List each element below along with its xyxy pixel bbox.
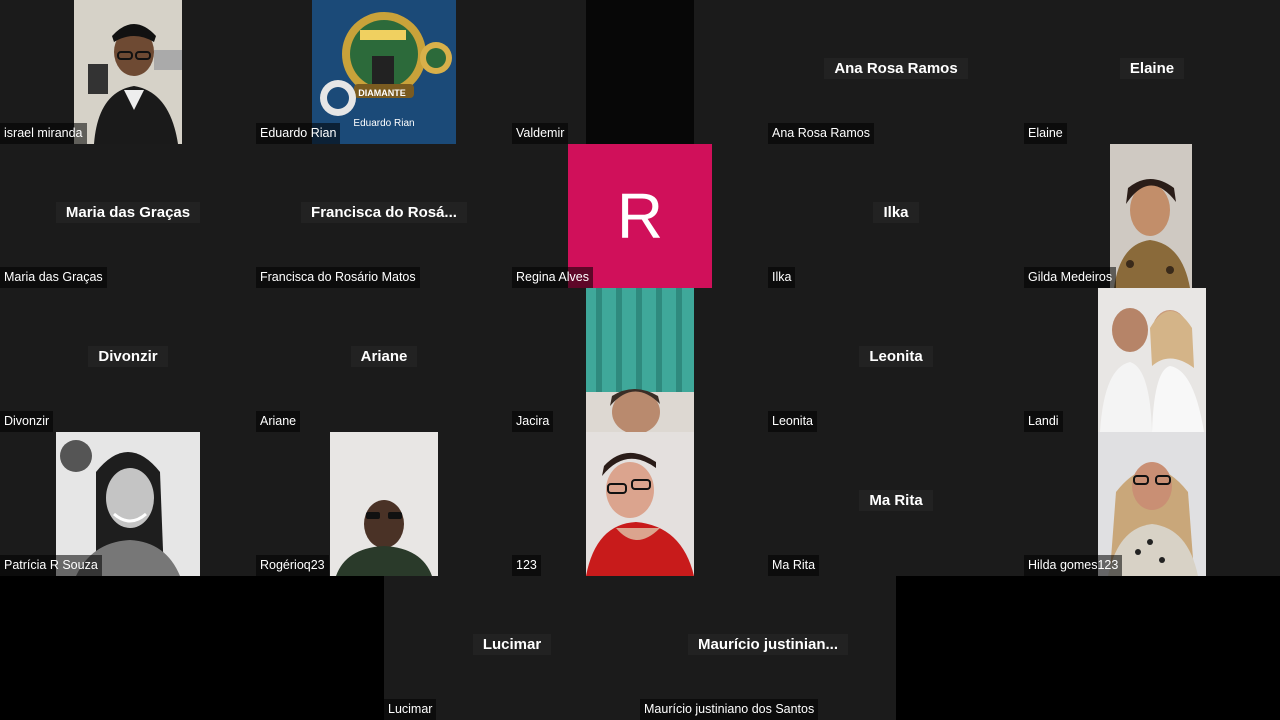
participant-video xyxy=(330,432,438,576)
participant-tile[interactable]: Ilka Ilka xyxy=(768,144,1024,288)
badge-text: DIAMANTE xyxy=(358,88,406,98)
participant-display-name: Lucimar xyxy=(384,634,640,655)
avatar-letter: R xyxy=(616,180,664,252)
participant-name-label: Maria das Graças xyxy=(0,267,107,288)
participant-tile[interactable]: 123 xyxy=(512,432,768,576)
participant-name-label: Lucimar xyxy=(384,699,437,720)
participant-tile[interactable]: Ma Rita Ma Rita xyxy=(768,432,1024,576)
participant-grid-bottom-row: Lucimar Lucimar Maurício justinian... Ma… xyxy=(384,576,896,720)
participant-name-label: Leonita xyxy=(768,411,818,432)
participant-tile[interactable]: Lucimar Lucimar xyxy=(384,576,640,720)
participant-display-name: Maria das Graças xyxy=(0,202,256,223)
participant-display-name: Divonzir xyxy=(0,346,256,367)
participant-display-name: Francisca do Rosá... xyxy=(256,202,512,223)
participant-name-label: Valdemir xyxy=(512,123,569,144)
participant-display-name: Leonita xyxy=(768,346,1024,367)
participant-tile[interactable]: Divonzir Divonzir xyxy=(0,288,256,432)
participant-display-name: Ana Rosa Ramos xyxy=(768,58,1024,79)
participant-display-name: Ilka xyxy=(768,202,1024,223)
participant-tile[interactable]: Valdemir xyxy=(512,0,768,144)
participant-name-label: Eduardo Rian xyxy=(256,123,341,144)
participant-name-label: Hilda gomes123 xyxy=(1024,555,1123,576)
participant-tile[interactable]: Ariane Ariane xyxy=(256,288,512,432)
participant-tile[interactable]: Ana Rosa Ramos Ana Rosa Ramos xyxy=(768,0,1024,144)
participant-tile[interactable]: DIAMANTE Eduardo Rian Eduardo Rian xyxy=(256,0,512,144)
participant-name-label: Maurício justiniano dos Santos xyxy=(640,699,819,720)
participant-name-label: Gilda Medeiros xyxy=(1024,267,1117,288)
participant-display-name: Maurício justinian... xyxy=(640,634,896,655)
participant-tile[interactable]: Maria das Graças Maria das Graças xyxy=(0,144,256,288)
participant-display-name: Elaine xyxy=(1024,58,1280,79)
participant-tile[interactable]: Hilda gomes123 xyxy=(1024,432,1280,576)
participant-tile[interactable]: Francisca do Rosá... Francisca do Rosári… xyxy=(256,144,512,288)
participant-name-label: 123 xyxy=(512,555,541,576)
participant-grid: israel miranda DIAMANTE Eduardo Rian Edu… xyxy=(0,0,1280,576)
participant-tile[interactable]: Patrícia R Souza xyxy=(0,432,256,576)
participant-name-label: Patrícia R Souza xyxy=(0,555,102,576)
participant-name-label: Divonzir xyxy=(0,411,54,432)
participant-video xyxy=(586,0,694,144)
participant-video xyxy=(1110,144,1192,288)
participant-display-name: Ariane xyxy=(256,346,512,367)
participant-tile[interactable]: Gilda Medeiros xyxy=(1024,144,1280,288)
participant-video xyxy=(586,432,694,576)
participant-display-name: Ma Rita xyxy=(768,490,1024,511)
participant-tile[interactable]: Maurício justinian... Maurício justinian… xyxy=(640,576,896,720)
participant-tile[interactable]: Leonita Leonita xyxy=(768,288,1024,432)
participant-name-label: Ana Rosa Ramos xyxy=(768,123,874,144)
participant-video xyxy=(74,0,182,144)
participant-name-label: Regina Alves xyxy=(512,267,593,288)
participant-name-label: Jacira xyxy=(512,411,554,432)
participant-name-label: Rogérioq23 xyxy=(256,555,329,576)
participant-tile[interactable]: Jacira xyxy=(512,288,768,432)
participant-name-label: Francisca do Rosário Matos xyxy=(256,267,420,288)
participant-name-label: israel miranda xyxy=(0,123,87,144)
participant-tile[interactable]: Landi xyxy=(1024,288,1280,432)
participant-video xyxy=(1098,288,1206,432)
participant-name-label: Landi xyxy=(1024,411,1063,432)
participant-video xyxy=(586,288,694,432)
participant-name-label: Elaine xyxy=(1024,123,1067,144)
participant-name-label: Ariane xyxy=(256,411,301,432)
participant-name-label: Ma Rita xyxy=(768,555,820,576)
participant-name-label: Ilka xyxy=(768,267,796,288)
participant-tile[interactable]: Rogérioq23 xyxy=(256,432,512,576)
participant-tile[interactable]: israel miranda xyxy=(0,0,256,144)
participant-tile[interactable]: Elaine Elaine xyxy=(1024,0,1280,144)
